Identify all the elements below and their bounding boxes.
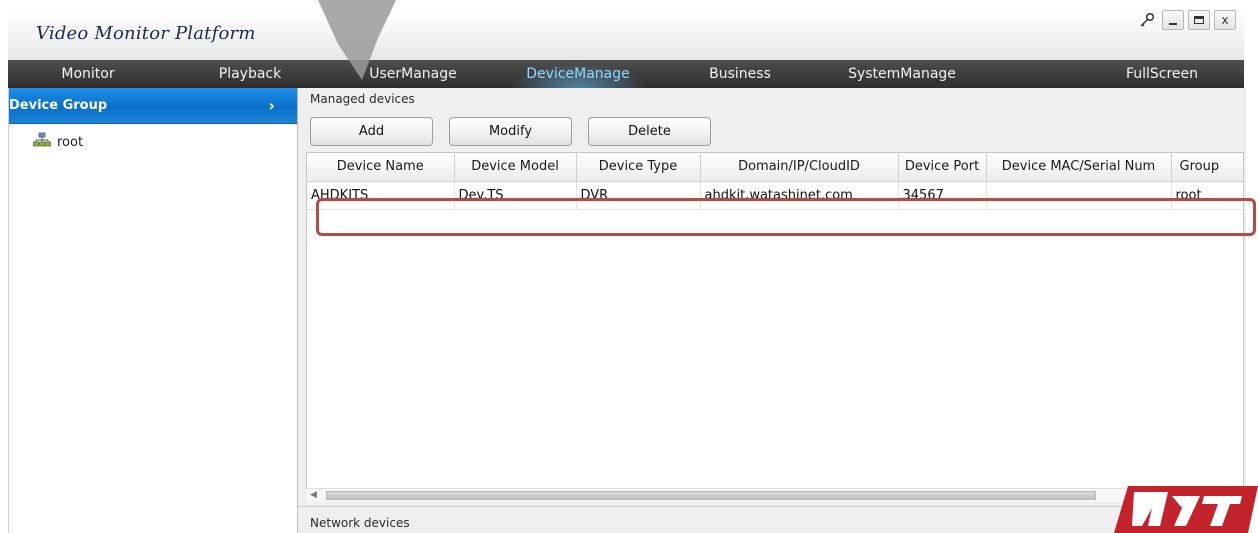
close-button[interactable]: x <box>1214 10 1236 30</box>
window-controls: x <box>1136 10 1236 30</box>
column-device-type[interactable]: Device Type <box>576 153 701 182</box>
cell-device-type: DVR <box>576 181 701 210</box>
brand-logo <box>1114 486 1258 533</box>
device-group-title: Device Group <box>9 98 108 113</box>
tree-item-label: root <box>57 134 84 150</box>
maximize-icon <box>1194 16 1204 24</box>
column-device-port[interactable]: Device Port <box>898 153 987 182</box>
section-divider <box>298 506 1246 507</box>
menu-devicemanage[interactable]: DeviceManage <box>500 60 656 88</box>
table-header-row: Device Name Device Model Device Type Dom… <box>307 153 1243 182</box>
device-manage-panel: Managed devices Add Modify Delete Device… <box>298 88 1246 533</box>
cell-group: root <box>1171 181 1243 210</box>
device-group-header[interactable]: Device Group › <box>9 88 297 124</box>
network-devices-title: Network devices <box>310 516 410 530</box>
chevron-right-icon[interactable]: › <box>268 96 275 115</box>
menu-monitor[interactable]: Monitor <box>61 60 114 88</box>
device-group-panel: Device Group › root <box>8 88 298 533</box>
modify-button[interactable]: Modify <box>449 117 572 146</box>
menu-usermanage[interactable]: UserManage <box>369 60 457 88</box>
cell-device-name: AHDKITS <box>307 181 455 210</box>
column-device-name[interactable]: Device Name <box>307 153 455 182</box>
cell-domain-ip: ahdkit.watashinet.com <box>700 181 899 210</box>
add-button[interactable]: Add <box>310 117 433 146</box>
column-device-mac[interactable]: Device MAC/Serial Num <box>986 153 1172 182</box>
menu-systemmanage[interactable]: SystemManage <box>848 60 956 88</box>
tree-item-root[interactable]: root <box>9 132 297 152</box>
column-group[interactable]: Group <box>1171 153 1243 182</box>
menu-fullscreen[interactable]: FullScreen <box>1126 60 1198 88</box>
managed-devices-table: Device Name Device Model Device Type Dom… <box>306 152 1244 502</box>
column-domain-ip[interactable]: Domain/IP/CloudID <box>700 153 899 182</box>
app-title: Video Monitor Platform <box>36 23 256 44</box>
minimize-icon <box>1169 23 1177 25</box>
device-toolbar: Add Modify Delete <box>310 117 711 146</box>
managed-devices-title: Managed devices <box>310 92 415 106</box>
minimize-button[interactable] <box>1162 10 1184 30</box>
key-icon[interactable] <box>1136 10 1158 30</box>
cell-device-port: 34567 <box>898 181 987 210</box>
close-icon: x <box>1221 13 1229 27</box>
maximize-button[interactable] <box>1188 10 1210 30</box>
network-tree-icon <box>33 132 51 152</box>
table-row[interactable]: AHDKITS Dev.TS DVR ahdkit.watashinet.com… <box>307 181 1243 210</box>
cell-device-mac <box>986 181 1172 210</box>
cell-device-model: Dev.TS <box>454 181 577 210</box>
scrollbar-thumb[interactable] <box>326 491 1096 500</box>
menu-playback[interactable]: Playback <box>219 60 281 88</box>
title-bar: Video Monitor Platform x <box>8 8 1244 61</box>
main-menu-bar: Monitor Playback UserManage DeviceManage… <box>8 60 1244 88</box>
column-device-model[interactable]: Device Model <box>454 153 577 182</box>
scroll-left-icon[interactable]: ◀ <box>310 490 317 500</box>
menu-business[interactable]: Business <box>709 60 771 88</box>
delete-button[interactable]: Delete <box>588 117 711 146</box>
horizontal-scrollbar[interactable]: ◀ <box>306 488 1244 502</box>
